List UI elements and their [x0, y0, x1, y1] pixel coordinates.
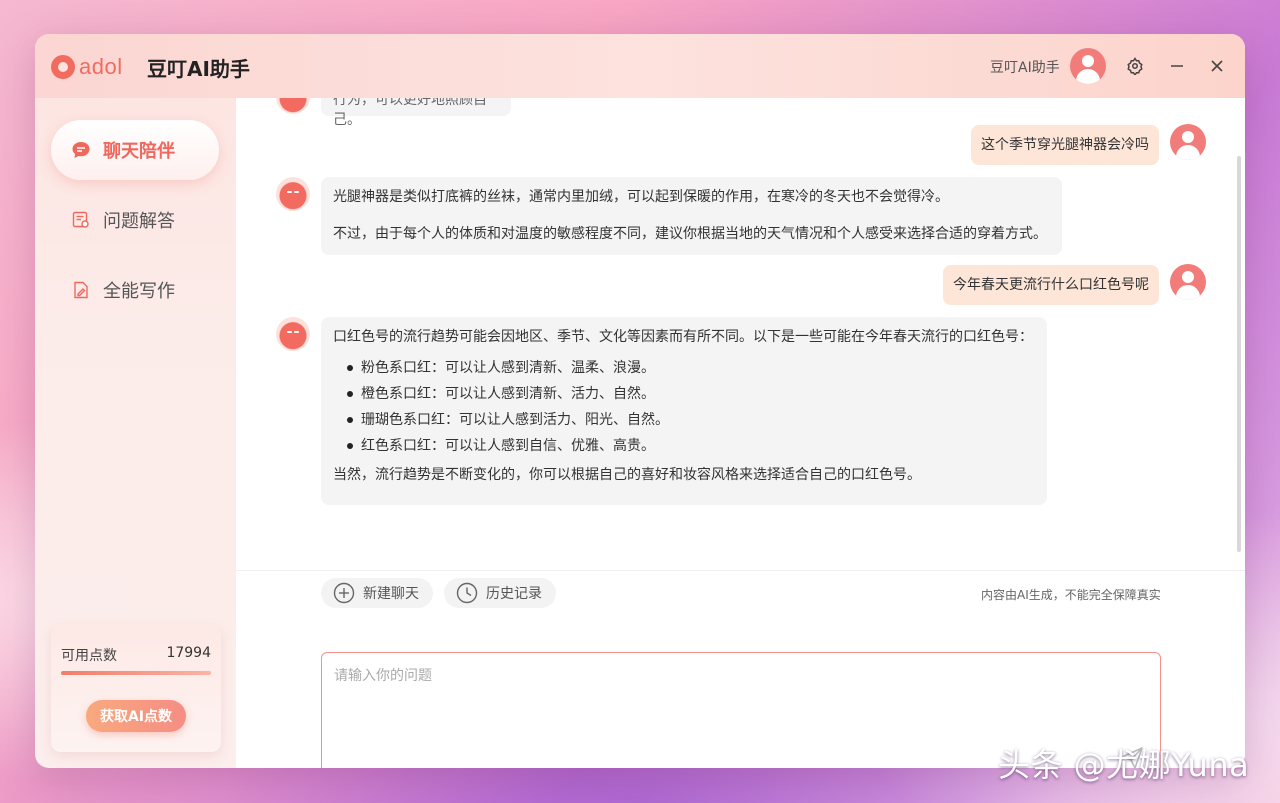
user-message-text: 这个季节穿光腿神器会冷吗 [981, 137, 1149, 153]
list-item: 橙色系口红：可以让人感到清新、活力、自然。 [321, 381, 1035, 407]
bot-message-paragraph: 光腿神器是类似打底裤的丝袜，通常内里加绒，可以起到保暖的作用，在寒冷的冬天也不会… [333, 189, 949, 205]
chat-area[interactable]: 行为，可以更好地照顾自己。 这个季节穿光腿神器会冷吗 光腿神器是类似打底裤的丝袜… [236, 98, 1245, 570]
bot-avatar [276, 177, 310, 211]
list-item: 珊瑚色系口红：可以让人感到活力、阳光、自然。 [321, 407, 1035, 433]
bot-message: 口红色号的流行趋势可能会因地区、季节、文化等因素而有所不同。以下是一些可能在今年… [321, 317, 1047, 505]
user-message: 这个季节穿光腿神器会冷吗 [971, 125, 1159, 165]
clock-icon [456, 582, 478, 604]
points-card: 可用点数 17994 获取AI点数 [51, 624, 221, 752]
history-button[interactable]: 历史记录 [444, 578, 556, 608]
sidebar: 聊天陪伴 问题解答 全能写作 可用点数 17994 获取AI点数 [35, 98, 235, 768]
sidebar-item-label: 问题解答 [103, 211, 175, 232]
get-ai-points-button[interactable]: 获取AI点数 [86, 700, 186, 732]
sidebar-item-writing[interactable]: 全能写作 [51, 260, 219, 320]
user-message: 今年春天更流行什么口红色号呢 [943, 265, 1159, 305]
sidebar-item-qa[interactable]: 问题解答 [51, 190, 219, 250]
settings-gear-icon[interactable] [1124, 55, 1146, 77]
plus-circle-icon [333, 582, 355, 604]
new-chat-button[interactable]: 新建聊天 [321, 578, 433, 608]
points-progress-bar [61, 671, 211, 675]
bot-avatar [276, 98, 310, 114]
close-icon[interactable] [1206, 55, 1228, 77]
app-window: adol 豆叮AI助手 豆叮AI助手 聊天陪伴 问题解答 全能写作 可用点数 1… [35, 34, 1245, 768]
user-avatar [1170, 264, 1206, 300]
sidebar-item-chat[interactable]: 聊天陪伴 [51, 120, 219, 180]
pen-document-icon [71, 280, 91, 300]
bot-avatar [276, 317, 310, 351]
list-item: 粉色系口红：可以让人感到清新、温柔、浪漫。 [321, 355, 1035, 381]
bot-message-paragraph: 不过，由于每个人的体质和对温度的敏感程度不同，建议你根据当地的天气情况和个人感受… [333, 226, 1047, 242]
points-label: 可用点数 [61, 648, 117, 664]
user-name: 豆叮AI助手 [990, 60, 1060, 76]
app-logo: adol [51, 54, 123, 80]
question-input[interactable] [334, 665, 1114, 765]
user-avatar [1170, 124, 1206, 160]
chat-scrollbar[interactable] [1237, 156, 1241, 552]
bot-message-list: 粉色系口红：可以让人感到清新、温柔、浪漫。 橙色系口红：可以让人感到清新、活力、… [321, 355, 1035, 459]
sidebar-item-label: 全能写作 [103, 281, 175, 302]
logo-icon [51, 55, 75, 79]
user-message-text: 今年春天更流行什么口红色号呢 [953, 277, 1149, 293]
bot-message: 光腿神器是类似打底裤的丝袜，通常内里加绒，可以起到保暖的作用，在寒冷的冬天也不会… [321, 177, 1062, 255]
user-avatar[interactable] [1070, 48, 1106, 84]
logo-text: adol [79, 54, 123, 79]
bot-message-intro: 口红色号的流行趋势可能会因地区、季节、文化等因素而有所不同。以下是一些可能在今年… [333, 329, 1033, 345]
new-chat-label: 新建聊天 [363, 586, 419, 602]
bot-message-outro: 当然，流行趋势是不断变化的，你可以根据自己的喜好和妆容风格来选择适合自己的口红色… [333, 467, 921, 483]
watermark-text: 头条 @尤娜Yuna [998, 746, 1250, 784]
history-label: 历史记录 [486, 586, 542, 602]
points-value: 17994 [166, 645, 211, 661]
divider [236, 570, 1245, 571]
bot-message-partial: 行为，可以更好地照顾自己。 [321, 98, 511, 128]
app-title: 豆叮AI助手 [147, 57, 250, 81]
ai-disclaimer: 内容由AI生成，不能完全保障真实 [981, 588, 1161, 602]
document-question-icon [71, 210, 91, 230]
bot-message-text: 行为，可以更好地照顾自己。 [333, 98, 487, 128]
chat-bubble-icon [71, 140, 91, 160]
title-bar: adol 豆叮AI助手 豆叮AI助手 [35, 34, 1245, 98]
list-item: 红色系口红：可以让人感到自信、优雅、高贵。 [321, 433, 1035, 459]
sidebar-item-label: 聊天陪伴 [103, 141, 175, 162]
minimize-icon[interactable] [1166, 55, 1188, 77]
points-progress-fill [61, 671, 211, 675]
main-panel: 行为，可以更好地照顾自己。 这个季节穿光腿神器会冷吗 光腿神器是类似打底裤的丝袜… [236, 98, 1245, 768]
